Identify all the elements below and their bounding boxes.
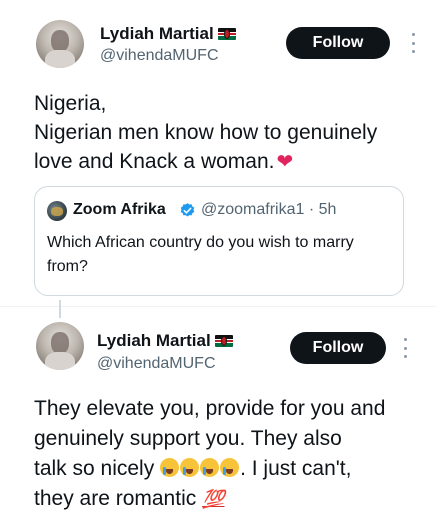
quoted-avatar[interactable] [47, 201, 67, 221]
tweet-line: Nigerian men know how to genuinely [34, 121, 378, 144]
quoted-handle[interactable]: @zoomafrika1 [201, 201, 304, 218]
tweet-line: they are romantic [34, 487, 197, 510]
kenya-flag-icon [214, 335, 233, 347]
quoted-time[interactable]: 5h [319, 201, 337, 218]
kenya-flag-icon [217, 28, 236, 40]
author-handle[interactable]: @vihendaMUFC [97, 355, 216, 373]
avatar-face [51, 332, 69, 354]
loudly-crying-face-icon [200, 458, 220, 477]
follow-button[interactable]: Follow [286, 27, 390, 59]
tweet-line: . I just can't, [240, 457, 352, 480]
more-options-icon[interactable] [408, 33, 418, 53]
more-options-icon[interactable] [400, 338, 410, 358]
author-handle[interactable]: @vihendaMUFC [100, 47, 219, 65]
tweet-divider [0, 306, 436, 307]
verified-badge-icon [180, 203, 195, 217]
loudly-crying-face-icon [220, 458, 240, 477]
quoted-text: Which African country do you wish to mar… [47, 234, 354, 275]
thread-connector [59, 300, 61, 318]
avatar[interactable] [36, 20, 84, 68]
quoted-author-name[interactable]: Zoom Afrika [73, 201, 166, 219]
follow-button[interactable]: Follow [290, 332, 386, 364]
avatar-face [51, 30, 69, 52]
hundred-points-icon: 💯 [202, 489, 225, 509]
tweet-line: Nigeria, [34, 92, 107, 115]
author-name-row[interactable]: Lydiah Martial [100, 24, 236, 44]
tweet-text: Nigeria, Nigerian men know how to genuin… [34, 89, 424, 177]
author-name-row[interactable]: Lydiah Martial [97, 331, 233, 351]
red-heart-icon: ❤ [276, 151, 294, 173]
avatar-body [45, 50, 75, 68]
tweet-line: They elevate you, provide for you and [34, 397, 386, 420]
avatar-body [45, 352, 75, 370]
quoted-meta: @zoomafrika1 · 5h [201, 201, 336, 219]
tweet-line: love and Knack a woman. [34, 150, 275, 173]
author-name[interactable]: Lydiah Martial [97, 331, 211, 351]
loudly-crying-face-icon [180, 458, 200, 477]
meta-separator: · [308, 201, 315, 218]
tweet-line: talk so nicely [34, 457, 155, 480]
tweet-line: genuinely support you. They also [34, 427, 342, 450]
author-name[interactable]: Lydiah Martial [100, 24, 214, 44]
avatar[interactable] [36, 322, 84, 370]
loudly-crying-face-icon [160, 458, 180, 477]
quoted-tweet[interactable]: Zoom Afrika @zoomafrika1 · 5h Which Afri… [34, 186, 404, 296]
tweet-text: They elevate you, provide for you and ge… [34, 394, 428, 514]
